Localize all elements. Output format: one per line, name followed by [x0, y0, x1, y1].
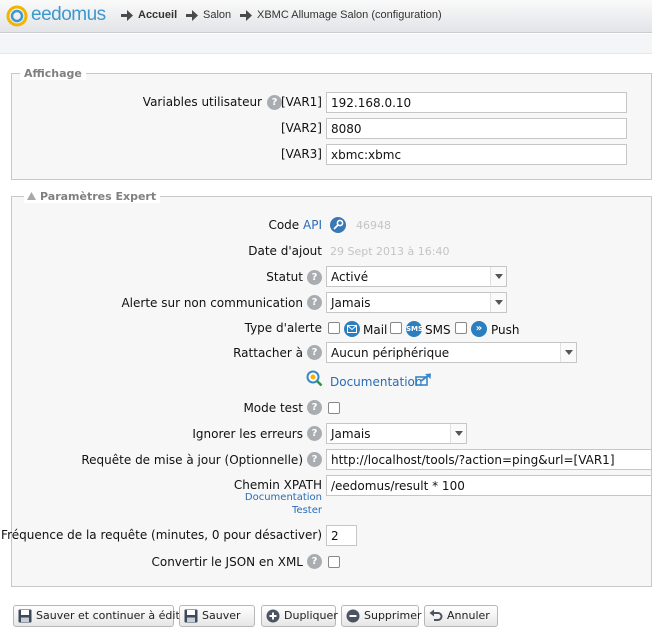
var2-input[interactable]: 8080	[326, 118, 627, 139]
affichage-legend: Affichage	[20, 67, 86, 80]
statut-selected-value: Activé	[331, 270, 369, 284]
cancel-button[interactable]: Annuler	[424, 605, 498, 627]
mail-checkbox[interactable]	[328, 322, 340, 334]
save-label: Sauver	[202, 609, 241, 622]
documentation-magnifier-icon	[306, 370, 323, 387]
xpath-input[interactable]: /eedomus/result * 100	[326, 475, 652, 496]
help-icon[interactable]: ?	[307, 426, 322, 441]
alerte-selected-value: Jamais	[331, 296, 371, 310]
chevron-down-icon	[490, 293, 506, 312]
delete-label: Supprimer	[364, 609, 422, 622]
help-icon[interactable]: ?	[307, 270, 322, 285]
xpath-tester-link[interactable]: Tester	[292, 505, 322, 516]
xpath-documentation-link[interactable]: Documentation	[245, 492, 322, 503]
requete-label: Requête de mise à jour (Optionnelle)	[81, 453, 303, 467]
eedomus-logo-icon[interactable]	[6, 5, 28, 27]
code-api-link[interactable]: API	[303, 218, 322, 232]
ignorer-selected-value: Jamais	[331, 427, 371, 441]
frequence-input[interactable]: 2	[326, 525, 357, 546]
logo-text[interactable]: eedomus	[31, 4, 106, 26]
help-icon[interactable]: ?	[307, 452, 322, 467]
mail-icon	[344, 321, 360, 337]
statut-label: Statut	[266, 270, 303, 284]
collapse-triangle-icon[interactable]	[27, 192, 36, 200]
documentation-link[interactable]: Documentation	[330, 375, 423, 389]
statut-select[interactable]: Activé	[326, 266, 507, 287]
ignorer-erreurs-label: Ignorer les erreurs	[192, 427, 303, 441]
arrow-right-icon	[240, 10, 252, 21]
alerte-label: Alerte sur non communication	[121, 296, 303, 310]
help-icon[interactable]: ?	[307, 400, 322, 415]
ignorer-erreurs-select[interactable]: Jamais	[326, 423, 467, 444]
breadcrumb-current: XBMC Allumage Salon (configuration)	[257, 9, 442, 21]
push-icon: »	[471, 321, 487, 337]
sub-bar	[0, 34, 652, 54]
save-continue-button[interactable]: Sauver et continuer à éditer	[13, 605, 191, 627]
alerte-select[interactable]: Jamais	[326, 292, 507, 313]
key-icon[interactable]	[330, 217, 346, 233]
json-xml-label: Convertir le JSON en XML	[151, 555, 303, 569]
help-icon[interactable]: ?	[307, 345, 322, 360]
rattacher-selected-value: Aucun périphérique	[331, 346, 450, 360]
xpath-label: Chemin XPATH	[233, 478, 322, 492]
var3-input[interactable]: xbmc:xbmc	[326, 144, 627, 165]
requete-input[interactable]: http://localhost/tools/?action=ping&url=…	[326, 449, 652, 470]
help-icon[interactable]: ?	[267, 95, 282, 110]
var2-tag: [VAR2]	[281, 121, 322, 135]
external-link-icon[interactable]	[415, 373, 432, 386]
mode-test-label: Mode test	[243, 401, 303, 415]
arrow-right-icon	[186, 10, 198, 21]
frequence-label: Fréquence de la requête (minutes, 0 pour…	[1, 528, 322, 542]
save-button[interactable]: Sauver	[179, 605, 255, 627]
delete-button[interactable]: Supprimer	[341, 605, 422, 627]
rattacher-label: Rattacher à	[233, 346, 303, 360]
date-ajout-value: 29 Sept 2013 à 16:40	[330, 245, 450, 258]
chevron-down-icon	[560, 343, 576, 362]
variables-utilisateur-label: Variables utilisateur	[142, 95, 262, 109]
breadcrumb-salon[interactable]: Salon	[203, 9, 231, 21]
sms-checkbox[interactable]	[390, 322, 402, 334]
push-checkbox[interactable]	[455, 322, 467, 334]
duplicate-button[interactable]: Dupliquer	[261, 605, 338, 627]
help-icon[interactable]: ?	[307, 554, 322, 569]
mode-test-checkbox[interactable]	[328, 402, 340, 414]
var1-tag: [VAR1]	[281, 95, 322, 109]
mail-option-label: Mail	[363, 323, 388, 337]
cancel-label: Annuler	[447, 609, 490, 622]
expert-legend-text: Paramètres Expert	[40, 190, 157, 203]
type-alerte-label: Type d'alerte	[244, 321, 322, 335]
chevron-down-icon	[490, 267, 506, 286]
top-bar: eedomus Accueil Salon XBMC Allumage Salo…	[0, 0, 652, 33]
arrow-right-icon	[121, 10, 133, 21]
code-label: Code API	[268, 218, 322, 232]
var3-tag: [VAR3]	[281, 147, 322, 161]
undo-arrow-icon	[429, 609, 443, 621]
expert-legend[interactable]: Paramètres Expert	[24, 190, 161, 203]
sms-icon: SMS	[406, 321, 423, 337]
code-label-text: Code	[268, 218, 300, 232]
duplicate-label: Dupliquer	[284, 609, 338, 622]
help-icon[interactable]: ?	[307, 295, 322, 310]
plus-circle-icon	[266, 609, 280, 623]
save-continue-label: Sauver et continuer à éditer	[36, 609, 192, 622]
chevron-down-icon	[450, 424, 466, 443]
sms-option-label: SMS	[425, 323, 451, 337]
minus-circle-icon	[346, 609, 360, 623]
rattacher-select[interactable]: Aucun périphérique	[326, 342, 577, 363]
floppy-disk-icon	[18, 609, 32, 623]
json-xml-checkbox[interactable]	[328, 556, 340, 568]
push-option-label: Push	[491, 323, 520, 337]
breadcrumb-accueil[interactable]: Accueil	[138, 9, 177, 21]
date-ajout-label: Date d'ajout	[248, 244, 322, 258]
code-value: 46948	[356, 219, 391, 232]
floppy-disk-icon	[184, 609, 198, 623]
var1-input[interactable]: 192.168.0.10	[326, 92, 627, 113]
